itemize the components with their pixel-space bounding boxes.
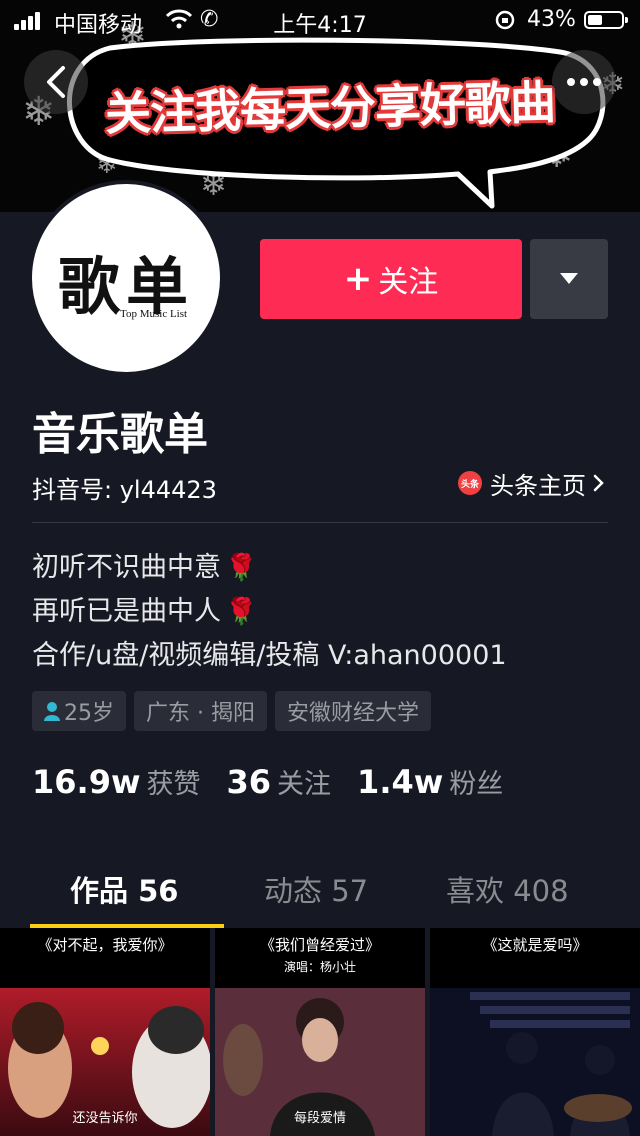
avatar-subtitle: Top Music List [120,308,188,320]
tab-works[interactable]: 作品 56 [70,868,178,910]
recommend-dropdown-button[interactable] [530,239,608,319]
video-subtitle: 演唱：杨小壮 [283,960,356,974]
stat-label: 获赞 [146,769,201,800]
toutiao-link-label: 头条主页 [490,471,586,500]
chevron-left-icon [47,66,65,98]
caret-down-icon [560,273,578,284]
stat-label: 关注 [277,769,332,800]
rotation-lock-icon [495,10,515,30]
follow-button-label: 关注 [378,265,439,300]
bio-line: 再听已是曲中人 🌹 [32,590,507,634]
bio-line: 合作/u盘/视频编辑/投稿 V:ahan00001 [32,640,507,671]
video-thumbnail[interactable]: 《这就是爱吗》 [430,928,640,1136]
profile-tags: 25岁 广东 · 揭阳 安徽财经大学 [32,691,431,731]
video-preview-image [430,988,640,1136]
stat-number: 1.4w [357,763,444,801]
video-thumbnail[interactable]: 《我们曾经爱过》 演唱：杨小壮 每段爱情 [215,928,425,1136]
back-button[interactable] [24,50,88,114]
stat-number: 16.9w [32,763,141,801]
following-stat[interactable]: 36 关注 [227,762,332,801]
bio-line-text: 初听不识曲中意 [32,552,221,583]
video-caption: 还没告诉你 [72,1111,138,1126]
content-tabs: 作品 56 动态 57 喜欢 408 [0,852,640,928]
video-title: 《对不起，我爱你》 [37,936,173,954]
battery-icon [584,11,628,29]
age-tag: 25岁 [32,691,126,731]
profile-bio: 初听不识曲中意 🌹 再听已是曲中人 🌹 合作/u盘/视频编辑/投稿 V:ahan00… [32,546,507,678]
age-tag-label: 25岁 [64,701,114,726]
video-title: 《我们曾经爱过》 [259,936,380,954]
bio-line: 初听不识曲中意 🌹 [32,546,507,590]
stat-label: 粉丝 [449,769,504,800]
video-grid: 《对不起，我爱你》 还没告诉你 《我们曾经爱过》 演唱：杨小壮 每段爱情 《这就… [0,928,640,1136]
status-bar: 中国移动 ✆ 上午4:17 43% [0,0,640,40]
chevron-right-icon [593,474,604,492]
stat-number: 36 [226,763,272,801]
battery-percentage: 43% [527,7,576,32]
avatar[interactable]: 歌单 Top Music List [28,180,224,376]
person-icon [44,702,60,721]
profile-banner: ❄ ❄ ❄ ❄ ❄ ❄ ❄ ❄ ❄ ❄ 关注我每天分享好歌曲 中国移动 ✆ 上午… [0,0,640,212]
video-caption: 每段爱情 [293,1111,346,1126]
school-tag: 安徽财经大学 [274,691,431,731]
douyin-id[interactable]: 抖音号: yl44423 [32,470,217,505]
tab-moments[interactable]: 动态 57 [264,868,368,910]
more-options-button[interactable] [552,50,616,114]
rose-icon: 🌹 [225,597,258,627]
profile-stats: 16.9w 获赞 36 关注 1.4w 粉丝 [32,762,529,801]
followers-stat[interactable]: 1.4w 粉丝 [357,762,503,801]
video-thumbnail[interactable]: 《对不起，我爱你》 还没告诉你 [0,928,210,1136]
toutiao-homepage-link[interactable]: 头条 头条主页 [458,466,606,500]
rose-icon: 🌹 [225,553,258,583]
plus-icon: + [343,259,373,299]
tab-likes[interactable]: 喜欢 408 [446,868,569,910]
more-dots-icon [567,78,601,86]
location-tag: 广东 · 揭阳 [134,691,267,731]
divider [32,522,608,523]
toutiao-icon: 头条 [458,471,482,495]
follow-button[interactable]: + 关注 [260,239,522,319]
likes-stat: 16.9w 获赞 [32,762,201,801]
bio-line-text: 再听已是曲中人 [32,596,221,627]
profile-name: 音乐歌单 [32,409,208,460]
video-title: 《这就是爱吗》 [482,936,588,954]
